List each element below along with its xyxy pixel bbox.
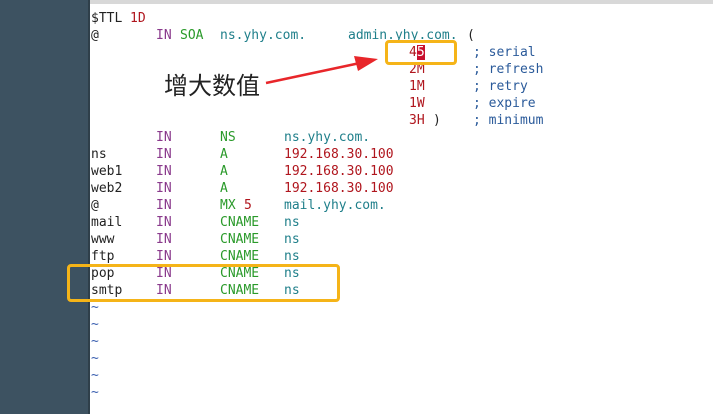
annotation-arrow <box>265 56 378 85</box>
arrow-shaft <box>265 61 361 85</box>
arrow-head <box>354 56 378 71</box>
